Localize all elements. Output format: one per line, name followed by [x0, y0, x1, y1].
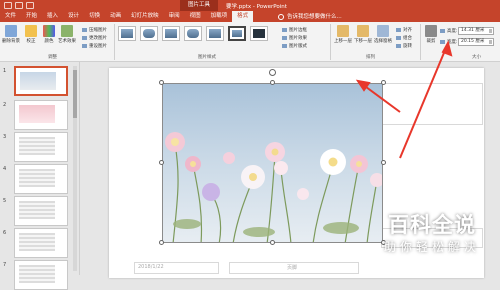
slide-thumbnail-2[interactable]	[14, 100, 68, 130]
tab-view[interactable]: 视图	[185, 11, 206, 22]
tab-transitions[interactable]: 切换	[84, 11, 105, 22]
slide-thumbnail-4[interactable]	[14, 164, 68, 194]
slide-thumbnail-pane: 1 2 3 4 5 6 7	[0, 62, 80, 290]
bring-forward-icon	[337, 25, 349, 37]
send-backward-icon	[357, 25, 369, 37]
picture-border-button[interactable]: 图片边框	[282, 27, 307, 33]
undo-icon[interactable]	[15, 2, 23, 9]
arrange-group-label: 排列	[366, 55, 375, 60]
slide-thumbnail-6[interactable]	[14, 228, 68, 258]
picture-style-option[interactable]	[206, 26, 224, 41]
picture-style-option[interactable]	[228, 26, 246, 41]
slide-thumbnail-1[interactable]	[14, 66, 68, 96]
slide-number: 6	[3, 230, 7, 236]
size-group-label: 大小	[472, 55, 481, 60]
slide-number: 3	[3, 134, 7, 140]
tab-addins[interactable]: 加载项	[206, 11, 233, 22]
title-placeholder[interactable]	[381, 83, 483, 125]
remove-background-button[interactable]: 删除背景	[2, 25, 20, 44]
align-button[interactable]: 对齐	[396, 27, 412, 33]
slide-number: 2	[3, 102, 7, 108]
tell-me-search[interactable]: 告诉我您想要做什么...	[278, 12, 342, 20]
slide-number: 5	[3, 198, 7, 204]
height-label: 高度:	[440, 28, 458, 34]
width-label: 宽度:	[440, 39, 458, 45]
picture-style-gallery	[118, 26, 268, 41]
group-button[interactable]: 组合	[396, 35, 412, 41]
watermark-title: 百科全说	[388, 213, 476, 237]
reset-picture-button[interactable]: 重设图片	[82, 43, 107, 49]
selected-flower-picture[interactable]	[162, 83, 383, 243]
slide-number: 7	[3, 262, 7, 268]
tab-file[interactable]: 文件	[0, 11, 21, 22]
resize-handle[interactable]	[270, 80, 275, 85]
resize-handle[interactable]	[381, 160, 386, 165]
picture-effects-button[interactable]: 图片效果	[282, 35, 307, 41]
footer-date: 2018/1/22	[138, 264, 164, 270]
picture-style-option[interactable]	[250, 26, 268, 41]
crop-button[interactable]: 裁剪	[422, 25, 440, 44]
ribbon-separator	[330, 24, 331, 60]
ribbon: 删除背景 校正 颜色 艺术效果 压缩图片 更改图片 重设图片 调整 图片边框 图…	[0, 22, 500, 62]
quick-access-toolbar	[4, 2, 34, 9]
tab-animations[interactable]: 动画	[105, 11, 126, 22]
bring-forward-button[interactable]: 上移一层	[334, 25, 352, 44]
save-icon[interactable]	[4, 2, 12, 9]
title-bar: 图片工具 要学.pptx - PowerPoint 文件 开始 插入 设计 切换…	[0, 0, 500, 22]
selection-pane-icon	[377, 25, 389, 37]
picture-style-option[interactable]	[140, 26, 158, 41]
color-icon	[43, 25, 55, 37]
tab-format[interactable]: 格式	[232, 11, 254, 22]
resize-handle[interactable]	[159, 80, 164, 85]
footer-text: 页脚	[287, 265, 298, 271]
watermark-subtitle: 助你轻松解决	[383, 240, 480, 254]
picture-style-option[interactable]	[118, 26, 136, 41]
remove-background-icon	[5, 25, 17, 37]
crop-icon	[425, 25, 437, 37]
tab-home[interactable]: 开始	[21, 11, 42, 22]
slide-number: 4	[3, 166, 7, 172]
corrections-button[interactable]: 校正	[22, 25, 40, 44]
color-button[interactable]: 颜色	[40, 25, 58, 44]
width-spinner[interactable]: 20.15 厘米	[458, 38, 494, 46]
tab-slideshow[interactable]: 幻灯片放映	[126, 11, 164, 22]
slide-thumbnail-3[interactable]	[14, 132, 68, 162]
picture-styles-group-label: 图片样式	[198, 55, 216, 60]
selection-pane-button[interactable]: 选择窗格	[374, 25, 392, 44]
resize-handle[interactable]	[159, 160, 164, 165]
sun-icon	[25, 25, 37, 37]
compress-pictures-button[interactable]: 压缩图片	[82, 27, 107, 33]
picture-tools-label: 图片工具	[180, 0, 218, 11]
picture-style-option[interactable]	[162, 26, 180, 41]
redo-icon[interactable]	[26, 2, 34, 9]
tab-review[interactable]: 审阅	[164, 11, 185, 22]
picture-layout-button[interactable]: 图片版式	[282, 43, 307, 49]
flower-photo-image	[165, 132, 382, 242]
slide-thumbnail-7[interactable]	[14, 260, 68, 290]
slide-thumbnail-5[interactable]	[14, 196, 68, 226]
artistic-effects-icon	[61, 25, 73, 37]
document-title: 要学.pptx - PowerPoint	[226, 4, 287, 10]
change-picture-button[interactable]: 更改图片	[82, 35, 107, 41]
slide-number: 1	[3, 68, 7, 74]
picture-style-option[interactable]	[184, 26, 202, 41]
watermark: 百科全说 助你轻松解决	[368, 212, 496, 272]
thumbnail-scrollbar[interactable]	[73, 66, 77, 271]
artistic-effects-button[interactable]: 艺术效果	[58, 25, 76, 44]
resize-handle[interactable]	[159, 240, 164, 245]
tab-design[interactable]: 设计	[63, 11, 84, 22]
rotate-button[interactable]: 旋转	[396, 43, 412, 49]
ribbon-separator	[114, 24, 115, 60]
resize-handle[interactable]	[381, 80, 386, 85]
ribbon-tabs: 文件 开始 插入 设计 切换 动画 幻灯片放映 审阅 视图 加载项 格式	[0, 11, 254, 22]
tab-insert[interactable]: 插入	[42, 11, 63, 22]
height-spinner[interactable]: 14.31 厘米	[458, 27, 494, 35]
send-backward-button[interactable]: 下移一层	[354, 25, 372, 44]
rotate-handle[interactable]	[269, 69, 276, 76]
adjust-group-label: 调整	[48, 55, 57, 60]
resize-handle[interactable]	[270, 240, 275, 245]
ribbon-separator	[420, 24, 421, 60]
